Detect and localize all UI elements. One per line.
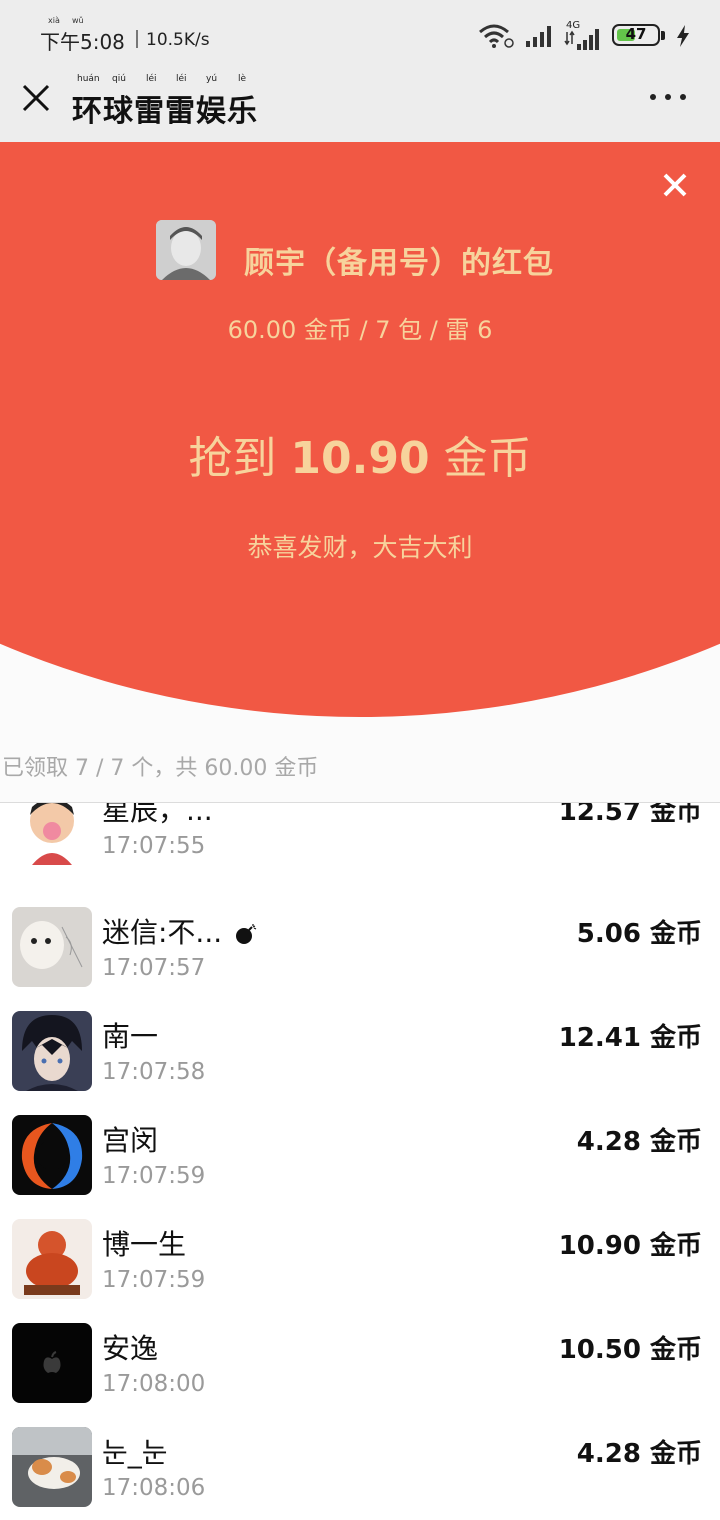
member-name: 눈_눈 [102, 1436, 168, 1469]
wifi-icon [479, 24, 514, 48]
sender-title: 顾宇（备用号）的红包 [244, 246, 554, 281]
grab-amount: 10.90 [290, 433, 430, 484]
claim-amount: 10.50 金币 [558, 1335, 702, 1365]
status-icons: 4G 47 [478, 20, 690, 50]
grab-unit: 金币 [443, 433, 532, 484]
claim-summary: 已领取 7 / 7 个，共 60.00 金币 [2, 756, 319, 781]
list-item[interactable]: 宫闵 17:07:59 4.28 金币 [0, 1101, 720, 1205]
title-pinyin: huán [77, 74, 100, 84]
claim-time: 17:07:57 [102, 955, 206, 981]
claim-time: 17:08:06 [102, 1475, 206, 1501]
member-name: 南一 [102, 1020, 159, 1053]
claim-amount: 12.57 金币 [558, 803, 702, 827]
status-bar: xià wǔ 下午5:08 10.5K/s 4G 47 [0, 0, 720, 64]
pet-avatar [12, 1427, 92, 1507]
dog-avatar [12, 907, 92, 987]
list-item[interactable]: 눈_눈 17:08:06 4.28 金币 [0, 1413, 720, 1517]
page-title: 环球雷雷娱乐 [72, 94, 258, 129]
claim-amount: 12.41 金币 [558, 1023, 702, 1053]
claim-time: 17:08:00 [102, 1371, 206, 1397]
close-icon[interactable] [662, 172, 688, 198]
claim-amount: 5.06 金币 [576, 919, 702, 949]
list-item[interactable]: 安逸 17:08:00 10.50 金币 [0, 1309, 720, 1413]
claim-amount: 10.90 金币 [558, 1231, 702, 1261]
charging-icon [677, 25, 689, 47]
list-item[interactable]: 博一生 17:07:59 10.90 金币 [0, 1205, 720, 1309]
member-name: 迷信:不... [102, 911, 257, 951]
red-envelope-header: 顾宇（备用号）的红包 60.00 金币 / 7 包 / 雷 6 抢到 10.90… [0, 142, 720, 722]
claim-amount: 4.28 金币 [576, 1439, 702, 1469]
time-pinyin: xià [48, 16, 60, 25]
grab-result: 抢到 10.90 金币 [0, 422, 720, 486]
bomb-icon [236, 924, 257, 944]
title-pinyin: yú [206, 74, 218, 84]
time-text: 下午5:08 [40, 30, 125, 54]
title-pinyin: léi [176, 74, 187, 84]
grab-prefix: 抢到 [188, 433, 277, 484]
list-item[interactable]: 迷信:不... 17:07:57 5.06 金币 [0, 893, 720, 997]
packet-info: 60.00 金币 / 7 包 / 雷 6 [227, 316, 493, 344]
claim-time: 17:07:59 [102, 1267, 206, 1293]
member-name: 星辰，... [102, 803, 213, 827]
time-pinyin: wǔ [72, 16, 84, 25]
list-item[interactable]: 南一 17:07:58 12.41 金币 [0, 997, 720, 1101]
signal-icon [564, 29, 599, 50]
anime-avatar [12, 1011, 92, 1091]
claim-time: 17:07:58 [102, 1059, 206, 1085]
title-pinyin: léi [146, 74, 157, 84]
battery-icon: 47 [612, 24, 666, 48]
claim-time: 17:07:55 [102, 833, 206, 859]
title-bar: huán qiú léi léi yú lè 环球雷雷娱乐 [0, 64, 720, 142]
signal-icon [526, 26, 551, 47]
member-name: 安逸 [102, 1332, 159, 1365]
battery-level: 47 [625, 25, 647, 43]
member-name: 博一生 [102, 1228, 187, 1261]
buddha-avatar [12, 1219, 92, 1299]
network-speed: 10.5K/s [146, 30, 210, 50]
more-options-icon[interactable] [650, 94, 686, 104]
member-name-text: 迷信:不... [102, 916, 223, 949]
close-icon[interactable] [20, 82, 52, 114]
title-pinyin: qiú [112, 74, 126, 84]
member-name: 宫闵 [102, 1124, 159, 1157]
status-time: xià wǔ 下午5:08 [40, 16, 125, 55]
claim-time: 17:07:59 [102, 1163, 206, 1189]
fire-ice-avatar [12, 1115, 92, 1195]
claim-amount: 4.28 金币 [576, 1127, 702, 1157]
apple-avatar [12, 1323, 92, 1403]
blessing-text: 恭喜发财，大吉大利 [247, 533, 473, 562]
status-separator [136, 30, 138, 48]
claim-list[interactable]: 星辰，... 17:07:55 12.57 金币 迷信:不... 17:07:5… [0, 803, 720, 1520]
cartoon-avatar [12, 803, 92, 865]
list-item[interactable]: 星辰，... 17:07:55 12.57 金币 [0, 803, 720, 875]
sender-avatar [156, 220, 216, 280]
mobile-signal: 4G [564, 20, 602, 50]
title-pinyin: lè [238, 74, 247, 84]
